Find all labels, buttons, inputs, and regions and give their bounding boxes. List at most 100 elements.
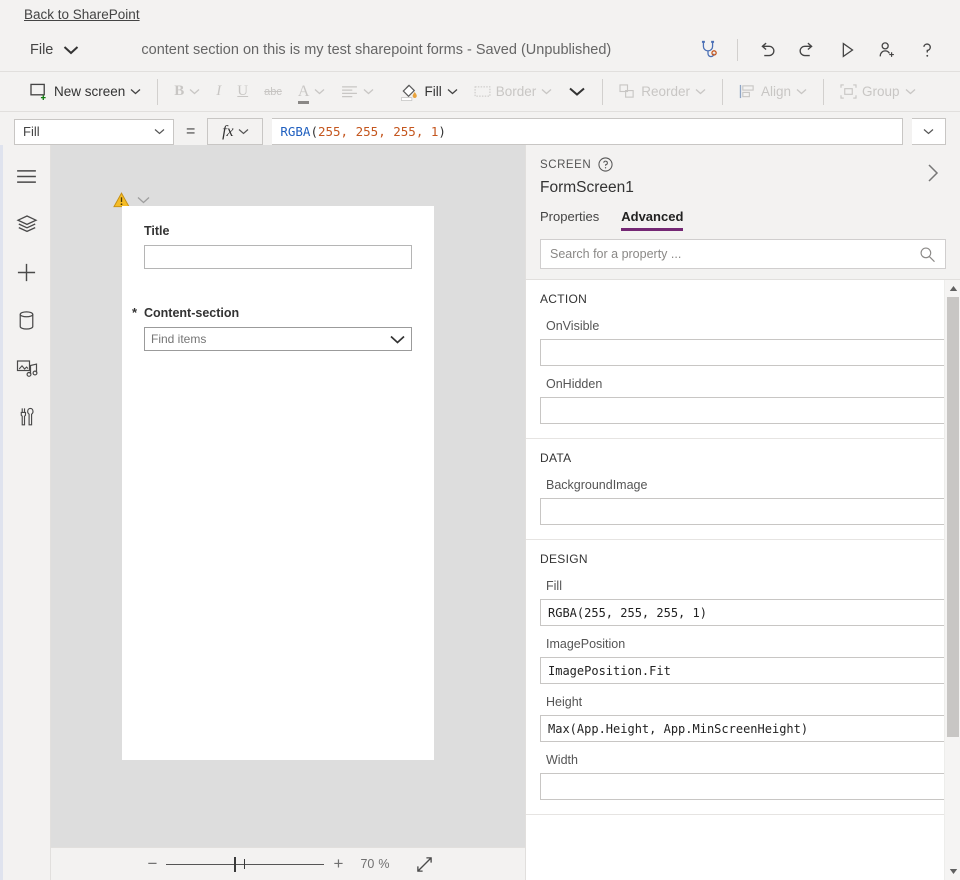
collapse-panel-button[interactable] [925,161,942,188]
share-button[interactable] [870,33,904,67]
ribbon-group-arrange: Reorder Align Group [611,72,923,111]
zoom-slider-tick [244,859,246,869]
sidebar-item-insert[interactable] [10,255,44,289]
chevron-down-icon[interactable] [137,196,150,204]
chevron-down-icon [64,45,79,54]
plus-icon [17,263,36,281]
fill-bucket-icon [401,84,418,101]
database-icon [19,310,34,330]
chevron-down-icon [796,89,807,95]
section-data: DATA BackgroundImage [526,439,960,540]
caret-up-icon [949,286,957,291]
chevron-down-icon [923,129,934,135]
property-value-input[interactable] [540,397,946,424]
ribbon-toolbar: New screen B I U abc A Fill Border Reord… [0,72,960,112]
search-input[interactable]: Search for a property ... [540,239,946,269]
caret-down-icon [949,869,957,874]
property-value-input[interactable] [540,498,946,525]
help-icon[interactable] [598,157,613,172]
underline-label: U [237,83,249,99]
required-asterisk: * [132,305,138,320]
content-section-combobox[interactable]: Find items [144,327,412,351]
bold-label: B [174,83,185,99]
align-button[interactable]: Align [731,77,815,107]
redo-button[interactable] [790,33,824,67]
file-menu-button[interactable]: File [30,42,79,58]
hamburger-icon [17,169,36,183]
fit-to-screen-button[interactable] [412,852,438,876]
scroll-up-button[interactable] [945,280,960,297]
property-label: Height [546,695,583,709]
border-label: Border [495,84,537,99]
border-button[interactable]: Border [466,77,561,107]
help-button[interactable] [910,33,944,67]
search-placeholder: Search for a property ... [550,247,682,261]
form-field-label: Content-section [144,306,240,320]
undo-button[interactable] [750,33,784,67]
command-divider [737,38,738,61]
equals-sign: = [186,122,196,140]
sidebar-item-advanced-tools[interactable] [10,399,44,433]
fill-button[interactable]: Fill [392,77,465,107]
panel-kind-label: SCREEN [540,158,592,171]
selected-control-name: FormScreen1 [540,179,634,196]
ribbon-group-screen: New screen [0,72,149,111]
property-value-input[interactable]: Max(App.Height, App.MinScreenHeight) [540,715,946,742]
formula-input[interactable]: RGBA(255, 255, 255, 1) [272,118,903,145]
border-icon [474,86,491,97]
scroll-down-button[interactable] [945,863,960,880]
zoom-slider-thumb[interactable] [234,856,237,872]
formula-expand-button[interactable] [912,118,946,145]
app-checker-button[interactable] [691,33,725,67]
sidebar-item-data[interactable] [10,303,44,337]
fx-button[interactable]: fx [207,118,264,145]
back-to-sharepoint-link[interactable]: Back to SharePoint [24,7,140,22]
chevron-down-icon[interactable] [390,335,405,344]
new-screen-button[interactable]: New screen [22,77,149,107]
zoom-slider[interactable] [166,851,325,877]
property-label: Fill [546,579,562,593]
property-value-input[interactable] [540,339,946,366]
text-align-button[interactable] [333,77,382,107]
scrollbar-thumb[interactable] [947,297,959,737]
form-card[interactable]: Title * Content-section Find items [122,206,434,760]
zoom-in-button[interactable]: + [324,851,352,877]
zoom-out-button[interactable]: − [138,851,166,877]
tab-advanced[interactable]: Advanced [621,209,684,231]
reorder-button[interactable]: Reorder [611,77,714,107]
property-value-input[interactable]: ImagePosition.Fit [540,657,946,684]
property-value-input[interactable]: RGBA(255, 255, 255, 1) [540,599,946,626]
sidebar-item-menu[interactable] [10,159,44,193]
chevron-down-icon [695,89,706,95]
main-body: Title * Content-section Find items − + 7… [0,145,960,880]
left-rail [3,145,51,880]
italic-button[interactable]: I [208,77,229,107]
strikethrough-button[interactable]: abc [256,77,290,107]
underline-button[interactable]: U [229,77,256,107]
command-bar-actions [691,33,960,67]
ribbon-overflow-button[interactable] [560,77,594,107]
group-button[interactable]: Group [832,77,924,107]
ribbon-group-fill: Fill Border [392,72,594,111]
panel-scrollbar[interactable] [944,280,960,880]
layers-icon [15,215,38,233]
ribbon-divider [602,78,604,105]
title-input[interactable] [144,245,412,269]
fx-label: fx [222,122,234,140]
powerapps-studio: Back to SharePoint File content section … [0,0,960,880]
panel-scroll-area[interactable]: ACTION OnVisible OnHidden DATA Backgroun… [526,280,960,880]
bold-button[interactable]: B [166,77,208,107]
property-selector[interactable]: Fill [14,118,174,145]
app-canvas[interactable]: Title * Content-section Find items − + 7… [51,145,525,880]
reorder-label: Reorder [641,84,691,99]
tab-properties[interactable]: Properties [540,209,599,231]
preview-button[interactable] [830,33,864,67]
property-backgroundimage: BackgroundImage [540,478,946,525]
font-color-button[interactable]: A [290,77,334,107]
panel-kind-row: SCREEN [540,157,960,172]
property-value-input[interactable] [540,773,946,800]
chevron-down-icon [238,129,249,135]
section-action: ACTION OnVisible OnHidden [526,280,960,439]
sidebar-item-media[interactable] [10,351,44,385]
sidebar-item-tree-view[interactable] [10,207,44,241]
